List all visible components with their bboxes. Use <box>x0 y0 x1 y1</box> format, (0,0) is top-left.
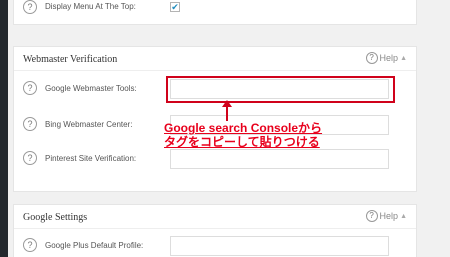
question-help-icon[interactable]: ? <box>23 0 37 14</box>
bing-webmaster-center-label: Bing Webmaster Center: <box>45 120 133 129</box>
highlight-box <box>166 76 395 103</box>
panel-header: Webmaster Verification ? Help ▲ <box>14 47 416 71</box>
question-help-icon[interactable]: ? <box>23 81 37 95</box>
display-menu-label: Display Menu At The Top: <box>45 2 136 11</box>
panel-title: Google Settings <box>23 212 88 223</box>
arrow-up-icon <box>222 100 232 121</box>
google-plus-profile-input[interactable] <box>170 236 389 256</box>
question-help-icon: ? <box>365 52 378 64</box>
panel-title: Webmaster Verification <box>23 54 118 65</box>
help-toggle[interactable]: ? Help ▲ <box>365 210 407 222</box>
pinterest-site-verification-label: Pinterest Site Verification: <box>45 154 137 163</box>
checkmark-icon: ✔ <box>171 1 179 12</box>
question-help-icon[interactable]: ? <box>23 238 37 252</box>
caret-up-icon: ▲ <box>400 212 407 220</box>
google-webmaster-tools-label: Google Webmaster Tools: <box>45 84 137 93</box>
pinterest-site-verification-input[interactable] <box>170 149 389 169</box>
annotation-line-1: Google search Consoleから <box>164 121 323 135</box>
google-settings-panel: Google Settings ? Help ▲ ? Google Plus D… <box>13 204 417 257</box>
annotation-line-2: タグをコピーして貼りつける <box>164 135 320 149</box>
caret-up-icon: ▲ <box>400 54 407 62</box>
admin-sidebar-edge <box>0 0 8 257</box>
google-plus-profile-label: Google Plus Default Profile: <box>45 241 144 250</box>
top-settings-panel: ? Display Menu At The Top: ✔ <box>13 0 417 25</box>
question-help-icon: ? <box>365 210 378 222</box>
question-help-icon[interactable]: ? <box>23 117 37 131</box>
panel-header: Google Settings ? Help ▲ <box>14 205 416 229</box>
help-label: Help <box>379 211 399 221</box>
display-menu-checkbox[interactable]: ✔ <box>170 2 180 12</box>
annotation-text: Google search Consoleから タグをコピーして貼りつける <box>164 121 322 149</box>
help-toggle[interactable]: ? Help ▲ <box>365 52 407 64</box>
help-label: Help <box>379 53 399 63</box>
question-help-icon[interactable]: ? <box>23 151 37 165</box>
webmaster-verification-panel: Webmaster Verification ? Help ▲ ? Google… <box>13 46 417 192</box>
